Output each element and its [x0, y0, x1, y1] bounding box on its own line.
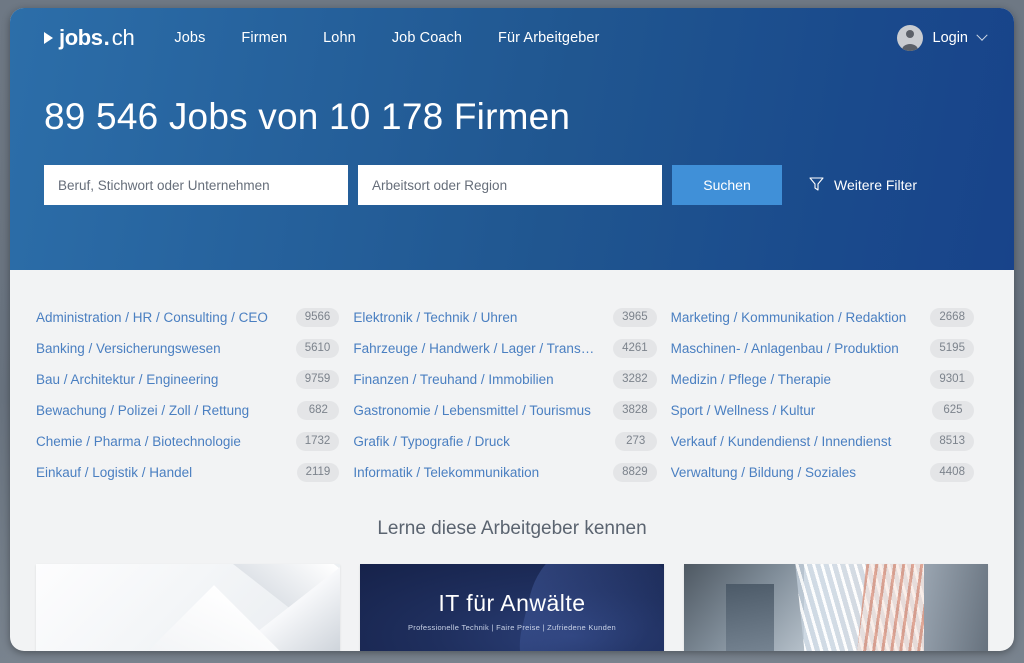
- category-column-1: Administration / HR / Consulting / CEO 9…: [36, 302, 353, 488]
- avatar-icon: [896, 25, 923, 51]
- more-filters-label: Weitere Filter: [834, 177, 917, 193]
- employer-banner-subtitle: Professionelle Technik | Faire Preise | …: [407, 623, 617, 632]
- job-search-form: Suchen Weitere Filter: [44, 165, 1014, 205]
- top-navigation-bar: jobs . ch Jobs Firmen Lohn Job Coach Für…: [10, 8, 1014, 68]
- category-row[interactable]: Bau / Architektur / Engineering 9759: [36, 364, 340, 395]
- category-row[interactable]: Einkauf / Logistik / Handel 2119: [36, 457, 340, 488]
- category-count-badge: 8829: [613, 463, 657, 482]
- category-row[interactable]: Marketing / Kommunikation / Redaktion 26…: [671, 302, 974, 333]
- employer-card[interactable]: [36, 564, 340, 651]
- category-row[interactable]: Administration / HR / Consulting / CEO 9…: [36, 302, 340, 333]
- logo-dot: .: [103, 25, 110, 50]
- category-count-badge: 3828: [613, 401, 657, 420]
- category-row[interactable]: Sport / Wellness / Kultur 625: [671, 395, 974, 426]
- employer-banner-title: IT für Anwälte: [438, 590, 586, 616]
- category-row[interactable]: Maschinen- / Anlagenbau / Produktion 519…: [671, 333, 974, 364]
- play-triangle-icon: [44, 32, 53, 44]
- nav-item-fuer-arbeitgeber[interactable]: Für Arbeitgeber: [498, 30, 599, 46]
- category-row[interactable]: Finanzen / Treuhand / Immobilien 3282: [353, 364, 657, 395]
- category-count-badge: 273: [614, 432, 657, 451]
- category-count-badge: 9759: [295, 370, 340, 389]
- category-count-badge: 5610: [295, 339, 340, 358]
- employer-card[interactable]: IT für Anwälte Professionelle Technik | …: [360, 564, 664, 651]
- more-filters-button[interactable]: Weitere Filter: [809, 176, 917, 194]
- login-menu[interactable]: Login: [896, 25, 988, 51]
- employer-banner-image: [684, 564, 988, 651]
- category-count-badge: 9566: [295, 308, 340, 327]
- page-viewport: jobs . ch Jobs Firmen Lohn Job Coach Für…: [10, 8, 1014, 651]
- filter-funnel-icon: [809, 176, 824, 194]
- category-row[interactable]: Grafik / Typografie / Druck 273: [353, 426, 657, 457]
- browser-window-frame: jobs . ch Jobs Firmen Lohn Job Coach Für…: [0, 0, 1024, 663]
- category-row[interactable]: Bewachung / Polizei / Zoll / Rettung 682: [36, 395, 340, 426]
- category-label[interactable]: Bau / Architektur / Engineering: [36, 372, 288, 387]
- category-label[interactable]: Chemie / Pharma / Biotechnologie: [36, 434, 288, 449]
- category-row[interactable]: Banking / Versicherungswesen 5610: [36, 333, 340, 364]
- search-location-input[interactable]: [358, 165, 662, 205]
- employers-section-heading: Lerne diese Arbeitgeber kennen: [377, 518, 647, 539]
- category-label[interactable]: Bewachung / Polizei / Zoll / Rettung: [36, 403, 289, 418]
- category-count-badge: 4408: [930, 463, 974, 482]
- category-row[interactable]: Gastronomie / Lebensmittel / Tourismus 3…: [353, 395, 657, 426]
- category-label[interactable]: Elektronik / Technik / Uhren: [353, 310, 605, 325]
- category-count-badge: 3282: [613, 370, 657, 389]
- category-row[interactable]: Chemie / Pharma / Biotechnologie 1732: [36, 426, 340, 457]
- category-label[interactable]: Banking / Versicherungswesen: [36, 341, 288, 356]
- category-count-badge: 1732: [295, 432, 340, 451]
- category-count-badge: 9301: [930, 370, 974, 389]
- nav-item-firmen[interactable]: Firmen: [241, 30, 287, 46]
- employer-banner-image: IT für Anwälte Professionelle Technik | …: [360, 564, 664, 651]
- category-count-badge: 4261: [613, 339, 657, 358]
- category-label[interactable]: Verwaltung / Bildung / Soziales: [671, 465, 923, 480]
- logo-word-jobs: jobs: [59, 25, 103, 50]
- primary-nav: Jobs Firmen Lohn Job Coach Für Arbeitgeb…: [174, 30, 599, 46]
- category-label[interactable]: Fahrzeuge / Handwerk / Lager / Trans…: [353, 341, 605, 356]
- category-label[interactable]: Marketing / Kommunikation / Redaktion: [671, 310, 923, 325]
- category-row[interactable]: Verwaltung / Bildung / Soziales 4408: [671, 457, 974, 488]
- employer-card[interactable]: [684, 564, 988, 651]
- category-label[interactable]: Sport / Wellness / Kultur: [671, 403, 924, 418]
- category-count-badge: 2119: [296, 463, 340, 482]
- nav-item-lohn[interactable]: Lohn: [323, 30, 356, 46]
- hero-section: jobs . ch Jobs Firmen Lohn Job Coach Für…: [10, 8, 1014, 270]
- logo-word-ch: ch: [111, 25, 135, 50]
- category-label[interactable]: Verkauf / Kundendienst / Innendienst: [671, 434, 923, 449]
- site-logo[interactable]: jobs . ch: [44, 25, 135, 51]
- category-label[interactable]: Grafik / Typografie / Druck: [353, 434, 606, 449]
- category-row[interactable]: Verkauf / Kundendienst / Innendienst 851…: [671, 426, 974, 457]
- page-title: 89 546 Jobs von 10 178 Firmen: [44, 96, 571, 137]
- category-label[interactable]: Administration / HR / Consulting / CEO: [36, 310, 288, 325]
- category-count-badge: 682: [297, 401, 340, 420]
- category-label[interactable]: Medizin / Pflege / Therapie: [671, 372, 923, 387]
- category-label[interactable]: Einkauf / Logistik / Handel: [36, 465, 289, 480]
- category-row[interactable]: Elektronik / Technik / Uhren 3965: [353, 302, 657, 333]
- search-keyword-input[interactable]: [44, 165, 348, 205]
- search-button[interactable]: Suchen: [672, 165, 782, 205]
- category-label[interactable]: Gastronomie / Lebensmittel / Tourismus: [353, 403, 605, 418]
- category-row[interactable]: Informatik / Telekommunikation 8829: [353, 457, 657, 488]
- category-label[interactable]: Finanzen / Treuhand / Immobilien: [353, 372, 605, 387]
- category-count-badge: 8513: [930, 432, 974, 451]
- job-categories-section: Administration / HR / Consulting / CEO 9…: [10, 270, 1014, 488]
- category-row[interactable]: Fahrzeuge / Handwerk / Lager / Trans… 42…: [353, 333, 657, 364]
- category-count-badge: 3965: [613, 308, 657, 327]
- category-column-3: Marketing / Kommunikation / Redaktion 26…: [671, 302, 988, 488]
- category-count-badge: 625: [931, 401, 974, 420]
- nav-item-jobs[interactable]: Jobs: [174, 30, 205, 46]
- category-label[interactable]: Maschinen- / Anlagenbau / Produktion: [671, 341, 923, 356]
- chevron-down-icon: [976, 29, 988, 41]
- nav-item-job-coach[interactable]: Job Coach: [392, 30, 462, 46]
- employer-cards-row: IT für Anwälte Professionelle Technik | …: [10, 564, 1014, 651]
- login-label: Login: [932, 30, 968, 46]
- category-label[interactable]: Informatik / Telekommunikation: [353, 465, 605, 480]
- employer-banner-image: [36, 564, 340, 651]
- category-count-badge: 2668: [930, 308, 974, 327]
- category-row[interactable]: Medizin / Pflege / Therapie 9301: [671, 364, 974, 395]
- category-count-badge: 5195: [930, 339, 974, 358]
- category-column-2: Elektronik / Technik / Uhren 3965 Fahrze…: [353, 302, 670, 488]
